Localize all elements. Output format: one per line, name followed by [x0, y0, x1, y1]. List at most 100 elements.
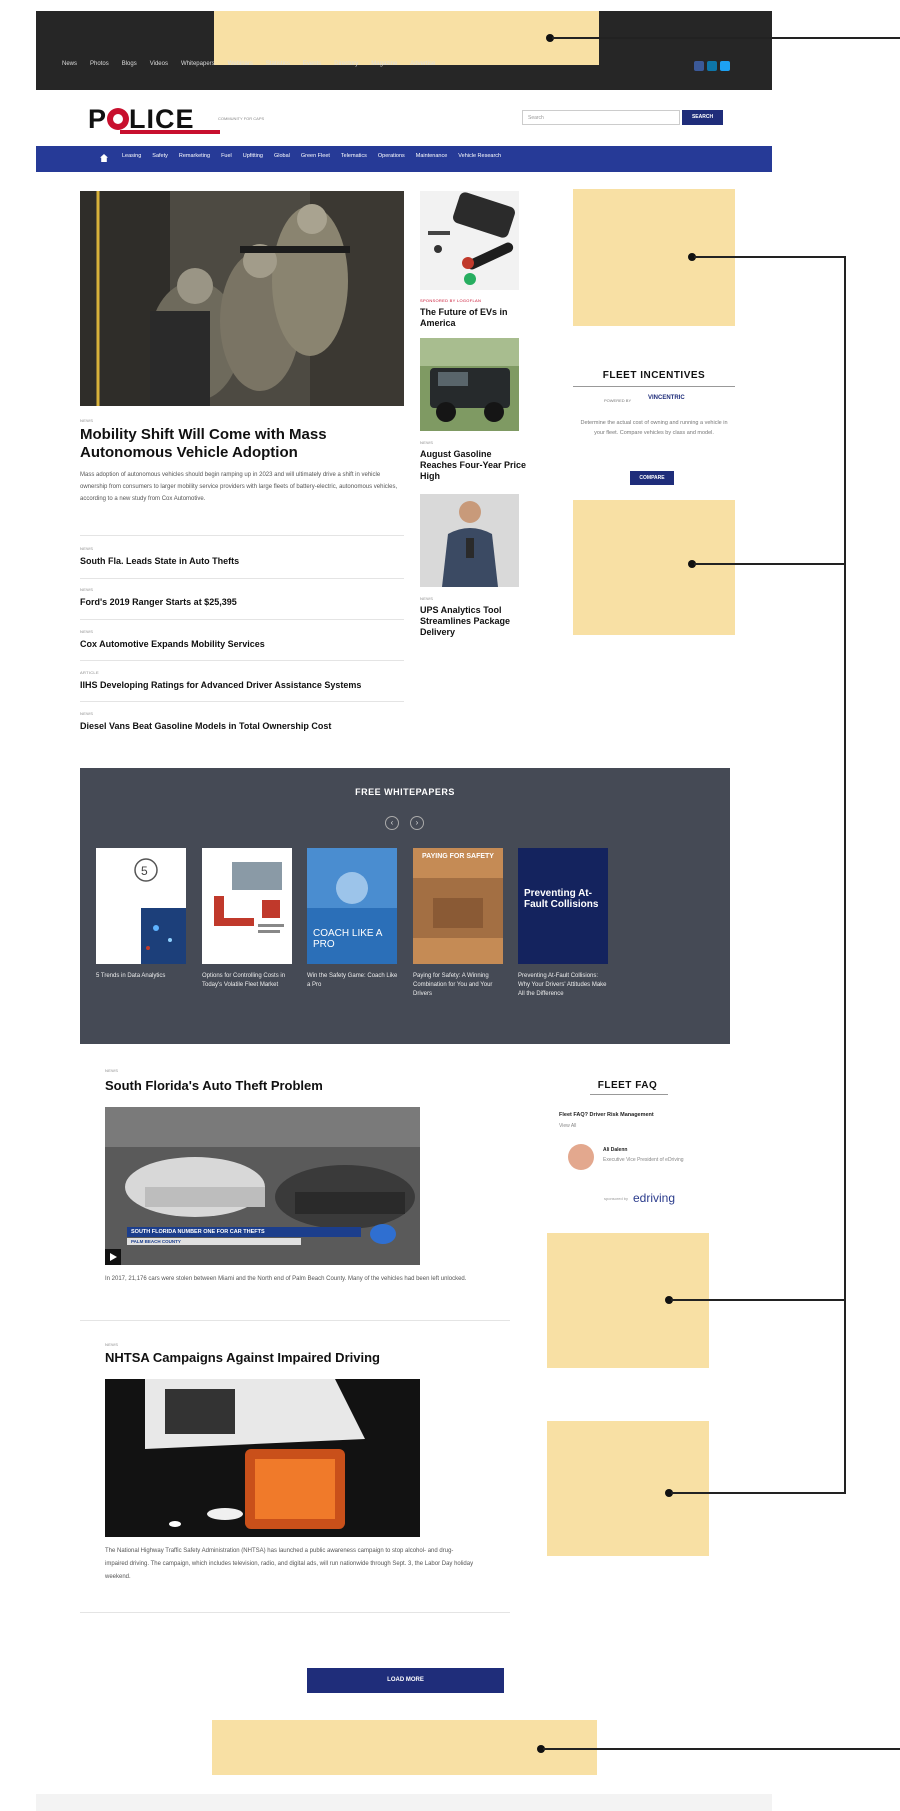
- sponsored-label: SPONSORED BY LOGOFLAN: [420, 298, 482, 303]
- topnav-webinars[interactable]: Webinars: [228, 61, 253, 67]
- divider: [80, 701, 404, 702]
- mid-story-title[interactable]: August Gasoline Reaches Four-Year Price …: [420, 449, 530, 482]
- mid-story-label: NEWS: [420, 596, 434, 601]
- headline-link[interactable]: Ford's 2019 Ranger Starts at $25,395: [80, 597, 237, 607]
- ad-bracket-line: [844, 256, 846, 1494]
- incentives-description: Determine the actual cost of owning and …: [580, 420, 728, 436]
- whitepaper-cover[interactable]: PAYING FOR SAFETY: [413, 848, 503, 964]
- nav-global[interactable]: Global: [274, 153, 290, 159]
- topnav-advertise[interactable]: Advertise: [410, 61, 435, 67]
- nav-vehicle-research[interactable]: Vehicle Research: [458, 153, 501, 159]
- divider: [80, 660, 404, 661]
- whitepaper-caption[interactable]: Win the Safety Game: Coach Like a Pro: [307, 972, 399, 990]
- nav-upfitting[interactable]: Upfitting: [243, 153, 263, 159]
- sidebar-ad-slot-2[interactable]: [573, 500, 735, 635]
- ev-charger-photo: [428, 192, 515, 285]
- topnav-whitepapers[interactable]: Whitepapers: [181, 61, 215, 67]
- divider: [590, 1094, 668, 1095]
- article-title[interactable]: South Florida's Auto Theft Problem: [105, 1078, 323, 1093]
- hero-summary: Mass adoption of autonomous vehicles sho…: [80, 472, 398, 502]
- search-input[interactable]: Search: [522, 110, 680, 125]
- ad-callout-line: [671, 1299, 845, 1301]
- divider: [80, 578, 404, 579]
- chevron-left-icon[interactable]: ‹: [385, 816, 399, 830]
- article-label: NEWS: [105, 1342, 119, 1347]
- sidebar-ad-slot-3[interactable]: [547, 1233, 709, 1368]
- avatar: [568, 1144, 594, 1170]
- twitter-icon[interactable]: [720, 61, 730, 71]
- nav-operations[interactable]: Operations: [378, 153, 405, 159]
- nav-telematics[interactable]: Telematics: [341, 153, 367, 159]
- headline-link[interactable]: South Fla. Leads State in Auto Thefts: [80, 556, 239, 566]
- topnav-news[interactable]: News: [62, 61, 77, 67]
- ad-callout-line: [552, 37, 900, 39]
- footer-band: [36, 1794, 772, 1811]
- whitepaper-cover[interactable]: Preventing At-Fault Collisions: [518, 848, 608, 964]
- faq-question[interactable]: Fleet FAQ? Driver Risk Management: [559, 1112, 654, 1118]
- topnav-statistics[interactable]: Statistics: [266, 61, 290, 67]
- faq-view-all-link[interactable]: View All: [559, 1123, 576, 1129]
- topnav-videos[interactable]: Videos: [150, 61, 168, 67]
- play-button[interactable]: [105, 1249, 121, 1265]
- whitepaper-caption[interactable]: 5 Trends in Data Analytics: [96, 972, 188, 981]
- play-icon: [110, 1253, 117, 1261]
- sidebar-ad-slot-1[interactable]: [573, 189, 735, 326]
- armored-vehicle-image[interactable]: [420, 338, 519, 431]
- search-button[interactable]: SEARCH: [682, 110, 723, 125]
- divider: [80, 1320, 510, 1321]
- news-banner: SOUTH FLORIDA NUMBER ONE FOR CAR THEFTS: [127, 1227, 361, 1237]
- mid-story-title[interactable]: The Future of EVs in America: [420, 307, 530, 329]
- nav-safety[interactable]: Safety: [152, 153, 168, 159]
- nav-green-fleet[interactable]: Green Fleet: [301, 153, 330, 159]
- topnav-photos[interactable]: Photos: [90, 61, 109, 67]
- headline-link[interactable]: Diesel Vans Beat Gasoline Models in Tota…: [80, 721, 331, 731]
- headline-link[interactable]: IIHS Developing Ratings for Advanced Dri…: [80, 680, 361, 690]
- ad-callout-line: [543, 1748, 900, 1750]
- facebook-icon[interactable]: [694, 61, 704, 71]
- article-image[interactable]: [105, 1379, 420, 1537]
- headline-label: NEWS: [80, 587, 94, 592]
- ev-story-image[interactable]: [420, 191, 519, 290]
- headline-label: NEWS: [80, 711, 94, 716]
- headline-label: NEWS: [80, 546, 94, 551]
- article-video-thumbnail[interactable]: SOUTH FLORIDA NUMBER ONE FOR CAR THEFTS …: [105, 1107, 420, 1265]
- ups-story-image[interactable]: [420, 494, 519, 587]
- sidebar-ad-slot-4[interactable]: [547, 1421, 709, 1556]
- whitepaper-caption[interactable]: Preventing At-Fault Collisions: Why Your…: [518, 972, 610, 999]
- ad-callout-line: [694, 256, 844, 258]
- top-nav: News Photos Blogs Videos Whitepapers Web…: [62, 61, 435, 67]
- cover-title: Preventing At-Fault Collisions: [524, 888, 599, 910]
- mid-story-title[interactable]: UPS Analytics Tool Streamlines Package D…: [420, 605, 540, 638]
- hero-image[interactable]: [80, 191, 404, 406]
- article-title[interactable]: NHTSA Campaigns Against Impaired Driving: [105, 1350, 380, 1365]
- whitepaper-caption[interactable]: Options for Controlling Costs in Today's…: [202, 972, 294, 990]
- chevron-right-icon[interactable]: ›: [410, 816, 424, 830]
- load-more-button[interactable]: LOAD MORE: [307, 1668, 504, 1693]
- armored-truck-photo: [420, 338, 519, 431]
- hero-title[interactable]: Mobility Shift Will Come with Mass Auton…: [80, 426, 410, 462]
- divider: [573, 386, 735, 387]
- nav-leasing[interactable]: Leasing: [122, 153, 141, 159]
- nav-remarketing[interactable]: Remarketing: [179, 153, 210, 159]
- cover-title: PAYING FOR SAFETY: [422, 853, 494, 860]
- whitepaper-cover[interactable]: [202, 848, 292, 964]
- whitepaper-cover[interactable]: COACH LIKE A PRO: [307, 848, 397, 964]
- whitepaper-cover[interactable]: 5: [96, 848, 186, 964]
- topnav-directory[interactable]: Directory: [334, 61, 358, 67]
- nav-maintenance[interactable]: Maintenance: [416, 153, 448, 159]
- topnav-magazine[interactable]: Magazine: [371, 61, 397, 67]
- linkedin-icon[interactable]: [707, 61, 717, 71]
- leaderboard-ad-slot[interactable]: [214, 11, 599, 65]
- topnav-events[interactable]: Events: [303, 61, 321, 67]
- whitepaper-caption[interactable]: Paying for Safety: A Winning Combination…: [413, 972, 505, 999]
- whitepapers-title: FREE WHITEPAPERS: [355, 787, 455, 797]
- topnav-blogs[interactable]: Blogs: [122, 61, 137, 67]
- hero-label: NEWS: [80, 418, 94, 423]
- sponsored-by-label: sponsored by: [604, 1196, 629, 1201]
- cover-title: COACH LIKE A PRO: [313, 928, 382, 950]
- nav-fuel[interactable]: Fuel: [221, 153, 232, 159]
- compare-button[interactable]: COMPARE: [630, 471, 674, 485]
- svg-text:5: 5: [141, 864, 148, 878]
- faq-person-name: Ali Dalenn: [603, 1147, 628, 1153]
- headline-link[interactable]: Cox Automotive Expands Mobility Services: [80, 639, 265, 649]
